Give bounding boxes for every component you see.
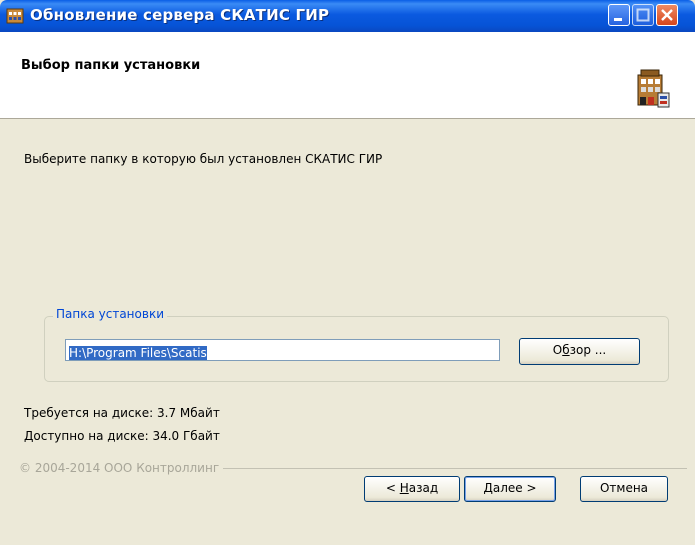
back-label-post: азад	[408, 481, 439, 495]
browse-label-pre: О	[552, 343, 563, 357]
disk-available-text: Доступно на диске: 34.0 Гбайт	[24, 429, 220, 443]
instruction-text: Выберите папку в которую был установлен …	[24, 152, 383, 166]
minimize-button[interactable]	[608, 4, 630, 26]
installer-window: Обновление сервера СКАТИС ГИР Выбор папк…	[0, 0, 695, 545]
browse-button[interactable]: Обзор ...	[519, 338, 640, 365]
minimize-icon	[614, 18, 622, 21]
install-path-value: H:\Program Files\Scatis	[69, 346, 207, 360]
cancel-button[interactable]: Отмена	[580, 476, 668, 502]
browse-label-accel: б	[562, 343, 570, 357]
install-folder-legend: Папка установки	[53, 307, 167, 321]
next-button[interactable]: Далее >	[464, 476, 556, 502]
copyright-text: © 2004-2014 ООО Контроллинг	[19, 461, 224, 475]
window-title: Обновление сервера СКАТИС ГИР	[30, 6, 330, 24]
page-title: Выбор папки установки	[21, 58, 201, 73]
close-icon	[661, 9, 673, 21]
installer-building-icon	[637, 69, 670, 108]
wizard-header: Выбор папки установки	[0, 32, 695, 119]
app-icon	[6, 8, 24, 24]
next-label-accel: Д	[483, 481, 493, 495]
back-label-pre: <	[385, 481, 400, 495]
next-label-post: алее >	[492, 481, 537, 495]
title-bar[interactable]: Обновление сервера СКАТИС ГИР	[0, 0, 695, 32]
maximize-icon	[636, 8, 650, 22]
disk-required-text: Требуется на диске: 3.7 Мбайт	[24, 406, 220, 420]
maximize-button[interactable]	[632, 4, 654, 26]
install-path-input[interactable]: H:\Program Files\Scatis	[65, 339, 500, 361]
browse-label-post: зор ...	[569, 343, 607, 357]
back-button[interactable]: < Назад	[364, 476, 460, 502]
back-label-accel: Н	[399, 481, 409, 495]
close-button[interactable]	[656, 4, 678, 26]
